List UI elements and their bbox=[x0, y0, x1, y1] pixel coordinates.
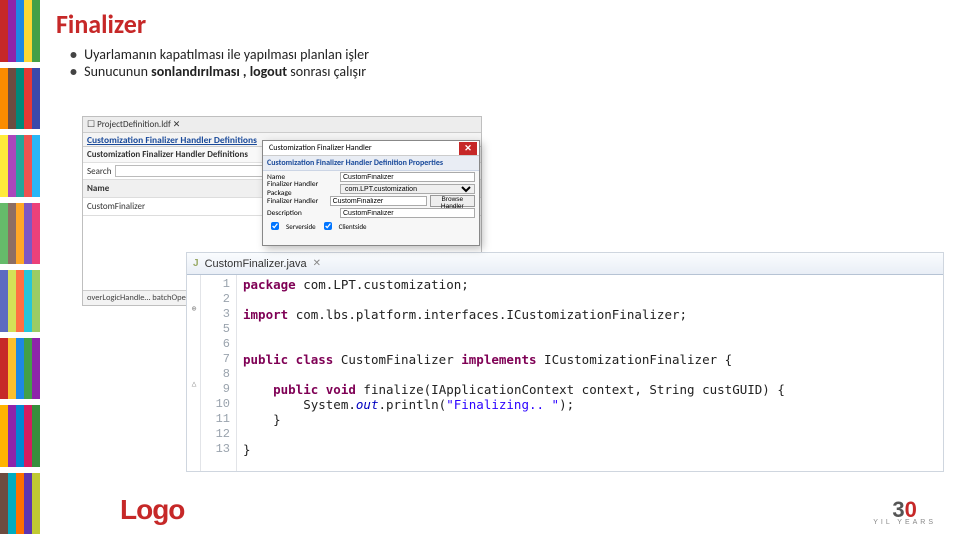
dialog-title: Customization Finalizer Handler bbox=[269, 143, 372, 153]
serverside-checkbox[interactable] bbox=[271, 222, 279, 230]
clientside-label: Clientside bbox=[339, 222, 367, 231]
description-field[interactable] bbox=[340, 208, 475, 218]
finalizer-dialog: Customization Finalizer Handler ✕ Custom… bbox=[262, 140, 480, 246]
line-number-gutter: 1235678910111213 bbox=[201, 275, 237, 471]
java-file-icon: J bbox=[193, 258, 199, 269]
java-editor-tab[interactable]: J CustomFinalizer.java ✕ bbox=[187, 253, 943, 275]
name-field[interactable] bbox=[340, 172, 475, 182]
clientside-checkbox[interactable] bbox=[324, 222, 332, 230]
java-editor: J CustomFinalizer.java ✕ ⊕ △ 12356789101… bbox=[186, 252, 944, 472]
browse-handler-button[interactable]: Browse Handler bbox=[430, 195, 475, 207]
slide-content: Finalizer Uyarlamanın kapatılması ile ya… bbox=[56, 8, 950, 84]
close-icon[interactable]: ✕ bbox=[459, 142, 477, 155]
editor-marker-bar: ⊕ △ bbox=[187, 275, 201, 471]
handler-label: Finalizer Handler bbox=[267, 197, 327, 206]
handler-field[interactable] bbox=[330, 196, 427, 206]
serverside-label: Serverside bbox=[286, 222, 316, 231]
import-fold-icon[interactable]: ⊕ bbox=[188, 305, 200, 315]
left-color-stripe bbox=[0, 0, 40, 540]
col-name[interactable]: Name bbox=[83, 180, 282, 198]
java-tab-close-icon[interactable]: ✕ bbox=[313, 258, 321, 269]
logo-brand: Logo bbox=[120, 494, 184, 526]
bullet-2: Sunucunun sonlandırılması , logout sonra… bbox=[70, 63, 950, 80]
package-label: Finalizer Handler Package bbox=[267, 180, 337, 198]
search-label: Search bbox=[87, 166, 111, 177]
bullet-list: Uyarlamanın kapatılması ile yapılması pl… bbox=[70, 46, 950, 80]
dialog-header: Customization Finalizer Handler Definiti… bbox=[263, 156, 479, 171]
code-area[interactable]: package package com.LPT.customization;co… bbox=[237, 275, 791, 471]
description-label: Description bbox=[267, 209, 337, 218]
bullet-1: Uyarlamanın kapatılması ile yapılması pl… bbox=[70, 46, 950, 63]
anniversary-logo: 30 YIL YEARS bbox=[873, 501, 936, 526]
java-tab-label: CustomFinalizer.java bbox=[205, 258, 307, 270]
editor-tab[interactable]: ☐ ProjectDefinition.ldf ✕ bbox=[83, 117, 481, 133]
package-select[interactable]: com.LPT.customization bbox=[340, 184, 475, 194]
override-marker-icon: △ bbox=[188, 380, 200, 390]
slide-title: Finalizer bbox=[56, 8, 950, 40]
